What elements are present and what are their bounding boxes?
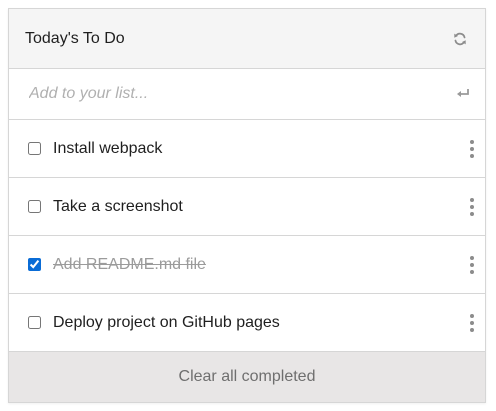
item-label: Deploy project on GitHub pages — [53, 313, 280, 331]
more-vertical-icon[interactable] — [467, 311, 477, 335]
add-item-row — [9, 69, 485, 120]
item-label: Take a screenshot — [53, 197, 183, 215]
list-item: Install webpack — [9, 120, 485, 178]
list-item: Deploy project on GitHub pages — [9, 294, 485, 352]
list-item: Take a screenshot — [9, 178, 485, 236]
page-title: Today's To Do — [25, 29, 125, 47]
more-vertical-icon[interactable] — [467, 195, 477, 219]
more-vertical-icon[interactable] — [467, 253, 477, 277]
item-label: Install webpack — [53, 139, 163, 157]
clear-completed-button[interactable]: Clear all completed — [9, 351, 485, 402]
list-item: Add README.md file — [9, 236, 485, 294]
todo-list: Install webpack Take a screenshot Add RE… — [9, 120, 485, 352]
refresh-icon[interactable] — [451, 30, 469, 48]
item-checkbox[interactable] — [28, 316, 41, 329]
todo-card: Today's To Do Install webpack T — [8, 8, 486, 403]
item-checkbox[interactable] — [28, 200, 41, 213]
enter-icon[interactable] — [455, 86, 471, 102]
header: Today's To Do — [9, 9, 485, 69]
item-label: Add README.md file — [53, 255, 206, 273]
more-vertical-icon[interactable] — [467, 137, 477, 161]
add-item-input[interactable] — [29, 85, 455, 103]
item-checkbox[interactable] — [28, 142, 41, 155]
item-checkbox[interactable] — [28, 258, 41, 271]
